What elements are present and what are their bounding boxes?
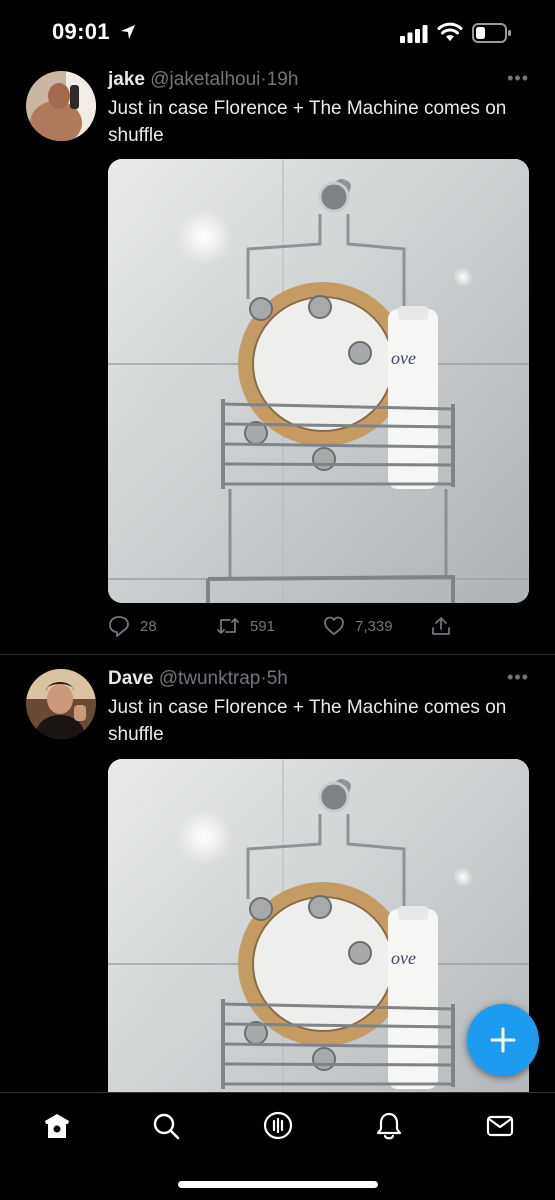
plus-icon (490, 1027, 516, 1053)
tab-notifications[interactable] (373, 1110, 405, 1142)
tweet-text: Just in case Florence + The Machine come… (108, 98, 507, 146)
status-time: 09:01 (52, 19, 110, 44)
home-indicator (178, 1181, 378, 1188)
more-options-icon[interactable]: ••• (507, 667, 529, 688)
tweet-header: Dave @twunktrap·5h (108, 668, 288, 690)
cellular-signal-icon (400, 25, 428, 48)
author-handle[interactable]: @jaketalhoui (150, 69, 260, 90)
retweet-count: 591 (250, 617, 276, 635)
wifi-icon (437, 22, 463, 47)
messages-icon (486, 1115, 514, 1137)
tweet[interactable]: jake @jaketalhoui·19h ••• Just in case F… (0, 66, 555, 654)
author-handle[interactable]: @twunktrap (159, 668, 261, 689)
like-count: 7,339 (355, 617, 393, 635)
share-icon (432, 617, 450, 635)
avatar[interactable] (26, 669, 96, 739)
retweet-icon (217, 618, 239, 634)
tweet-media[interactable]: ove (108, 759, 529, 1095)
bottle-label: ove (391, 948, 416, 968)
tweet-actions: 28 591 7,339 (108, 615, 528, 639)
status-bar: 09:01 (0, 0, 555, 66)
location-arrow-icon (120, 24, 136, 45)
retweet-button[interactable]: 591 (216, 615, 275, 637)
reply-icon (109, 616, 129, 637)
like-button[interactable]: 7,339 (323, 615, 393, 637)
tweet-media[interactable]: ove (108, 159, 529, 603)
tweet-time[interactable]: 19h (267, 69, 299, 90)
tab-spaces[interactable] (262, 1110, 294, 1142)
heart-icon (324, 616, 344, 635)
tab-home[interactable] (41, 1110, 73, 1142)
battery-low-icon (472, 22, 512, 49)
author-name[interactable]: jake (108, 69, 145, 90)
search-icon (153, 1113, 180, 1140)
reply-count: 28 (140, 617, 157, 635)
home-icon (45, 1114, 69, 1138)
author-name[interactable]: Dave (108, 668, 153, 689)
more-options-icon[interactable]: ••• (507, 68, 529, 89)
tab-search[interactable] (150, 1110, 182, 1142)
compose-tweet-button[interactable] (467, 1004, 539, 1076)
tweet-header: jake @jaketalhoui·19h (108, 69, 298, 91)
tweet-time[interactable]: 5h (267, 668, 288, 689)
spaces-icon (263, 1111, 293, 1140)
tab-messages[interactable] (484, 1110, 516, 1142)
share-button[interactable] (430, 615, 452, 637)
tweet-text: Just in case Florence + The Machine come… (108, 697, 507, 745)
bottle-label: ove (391, 348, 416, 368)
notifications-icon (376, 1112, 402, 1140)
avatar[interactable] (26, 71, 96, 141)
reply-button[interactable]: 28 (108, 615, 157, 637)
